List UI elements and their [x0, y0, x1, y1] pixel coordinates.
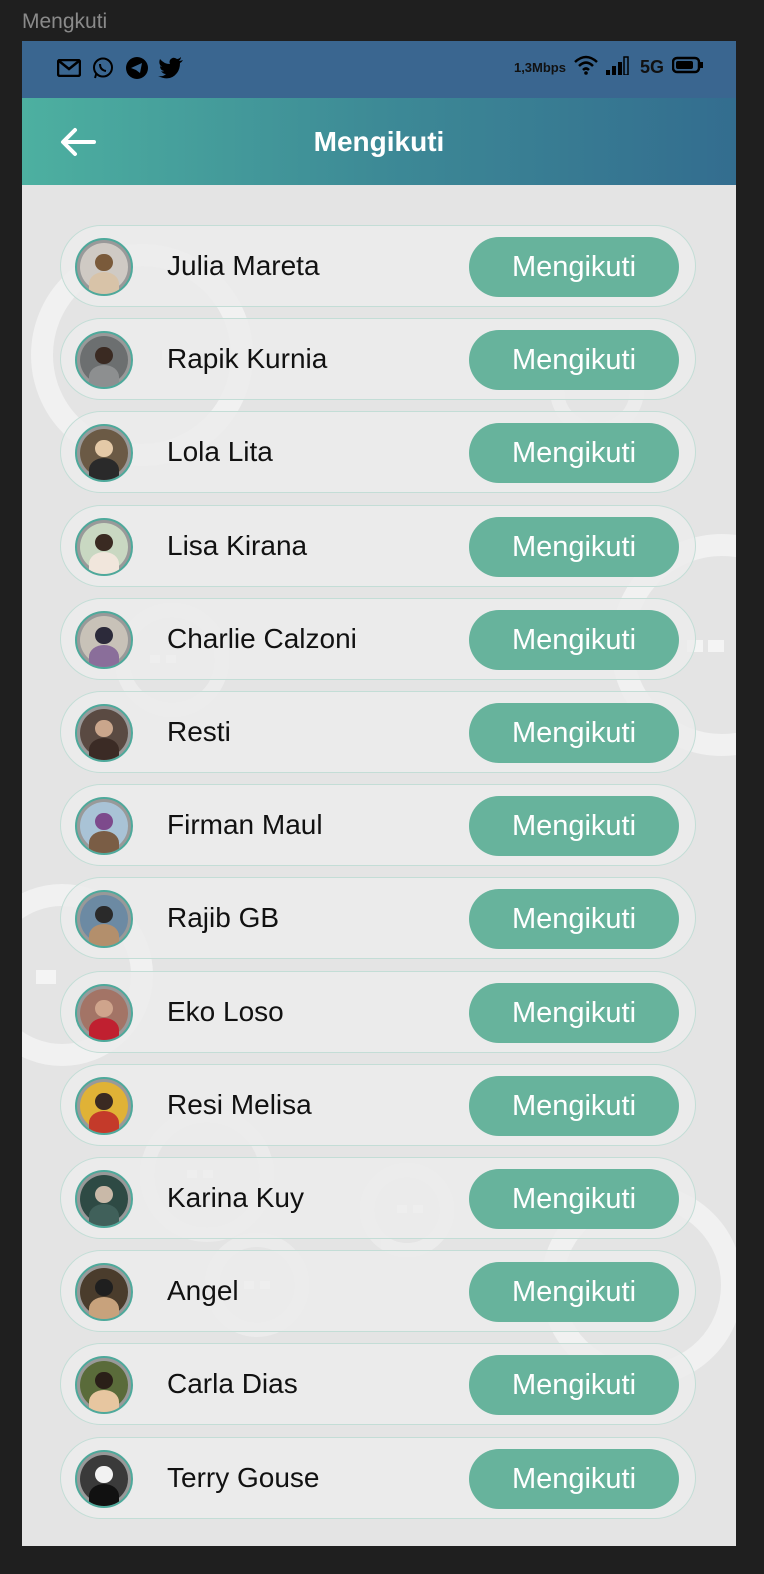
status-bar: 1,3Mbps 5G	[22, 41, 736, 98]
avatar[interactable]	[75, 518, 133, 576]
following-button[interactable]: Mengikuti	[469, 703, 679, 763]
user-name: Resi Melisa	[167, 1089, 312, 1120]
user-row[interactable]: Rajib GB Mengikuti	[60, 877, 696, 959]
user-row[interactable]: Terry Gouse Mengikuti	[60, 1437, 696, 1519]
following-button[interactable]: Mengikuti	[469, 796, 679, 856]
following-button[interactable]: Mengikuti	[469, 1449, 679, 1509]
following-button[interactable]: Mengikuti	[469, 983, 679, 1043]
user-name: Lisa Kirana	[167, 530, 308, 561]
user-name: Resti	[167, 716, 231, 747]
user-name: Rajib GB	[167, 902, 280, 933]
page-title: Mengikuti	[313, 126, 445, 157]
user-name: Rapik Kurnia	[167, 343, 328, 374]
user-row[interactable]: Charlie Calzoni Mengikuti	[60, 598, 696, 680]
avatar[interactable]	[75, 611, 133, 669]
phone-screen: 1,3Mbps 5G Mengikuti Julia Mareta Mengiku…	[22, 41, 736, 1546]
user-name: Firman Maul	[167, 809, 323, 840]
following-button[interactable]: Mengikuti	[469, 1262, 679, 1322]
following-button[interactable]: Mengikuti	[469, 517, 679, 577]
user-row[interactable]: Angel Mengikuti	[60, 1250, 696, 1332]
user-name: Karina Kuy	[167, 1182, 304, 1213]
network-type: 5G	[639, 57, 664, 77]
user-name: Angel	[167, 1275, 239, 1306]
app-bar: Mengikuti	[22, 98, 736, 185]
avatar[interactable]	[75, 238, 133, 296]
avatar[interactable]	[75, 1170, 133, 1228]
signal-icon	[605, 55, 632, 80]
avatar[interactable]	[75, 331, 133, 389]
avatar[interactable]	[75, 1077, 133, 1135]
following-button[interactable]: Mengikuti	[469, 237, 679, 297]
user-row[interactable]: Eko Loso Mengikuti	[60, 971, 696, 1053]
user-row[interactable]: Carla Dias Mengikuti	[60, 1343, 696, 1425]
user-row[interactable]: Firman Maul Mengikuti	[60, 784, 696, 866]
following-button[interactable]: Mengikuti	[469, 330, 679, 390]
user-row[interactable]: Lisa Kirana Mengikuti	[60, 505, 696, 587]
user-row[interactable]: Resti Mengikuti	[60, 691, 696, 773]
avatar[interactable]	[75, 704, 133, 762]
following-button[interactable]: Mengikuti	[469, 423, 679, 483]
following-button[interactable]: Mengikuti	[469, 1076, 679, 1136]
whatsapp-icon	[90, 55, 116, 81]
avatar[interactable]	[75, 1450, 133, 1508]
avatar[interactable]	[75, 797, 133, 855]
window-title: Mengkuti	[22, 10, 108, 33]
network-speed: 1,3Mbps	[513, 60, 566, 75]
twitter-icon	[158, 55, 184, 81]
user-row[interactable]: Resi Melisa Mengikuti	[60, 1064, 696, 1146]
user-name: Terry Gouse	[167, 1462, 320, 1493]
user-row[interactable]: Lola Lita Mengikuti	[60, 411, 696, 493]
avatar[interactable]	[75, 424, 133, 482]
avatar[interactable]	[75, 1356, 133, 1414]
battery-icon	[671, 56, 704, 79]
status-bar-system: 1,3Mbps 5G	[514, 55, 704, 80]
following-button[interactable]: Mengikuti	[469, 1169, 679, 1229]
telegram-icon	[124, 55, 150, 81]
user-name: Carla Dias	[167, 1368, 298, 1399]
user-row[interactable]: Julia Mareta Mengikuti	[60, 225, 696, 307]
following-button[interactable]: Mengikuti	[469, 1355, 679, 1415]
user-name: Charlie Calzoni	[167, 623, 357, 654]
avatar[interactable]	[75, 984, 133, 1042]
user-row[interactable]: Rapik Kurnia Mengikuti	[60, 318, 696, 400]
avatar[interactable]	[75, 890, 133, 948]
avatar[interactable]	[75, 1263, 133, 1321]
status-bar-notifications	[56, 55, 184, 81]
gmail-icon	[56, 55, 82, 81]
user-name: Lola Lita	[167, 436, 273, 467]
user-name: Eko Loso	[167, 996, 284, 1027]
wifi-icon	[574, 55, 598, 80]
user-row[interactable]: Karina Kuy Mengikuti	[60, 1157, 696, 1239]
following-button[interactable]: Mengikuti	[469, 610, 679, 670]
user-name: Julia Mareta	[167, 250, 320, 281]
following-button[interactable]: Mengikuti	[469, 889, 679, 949]
